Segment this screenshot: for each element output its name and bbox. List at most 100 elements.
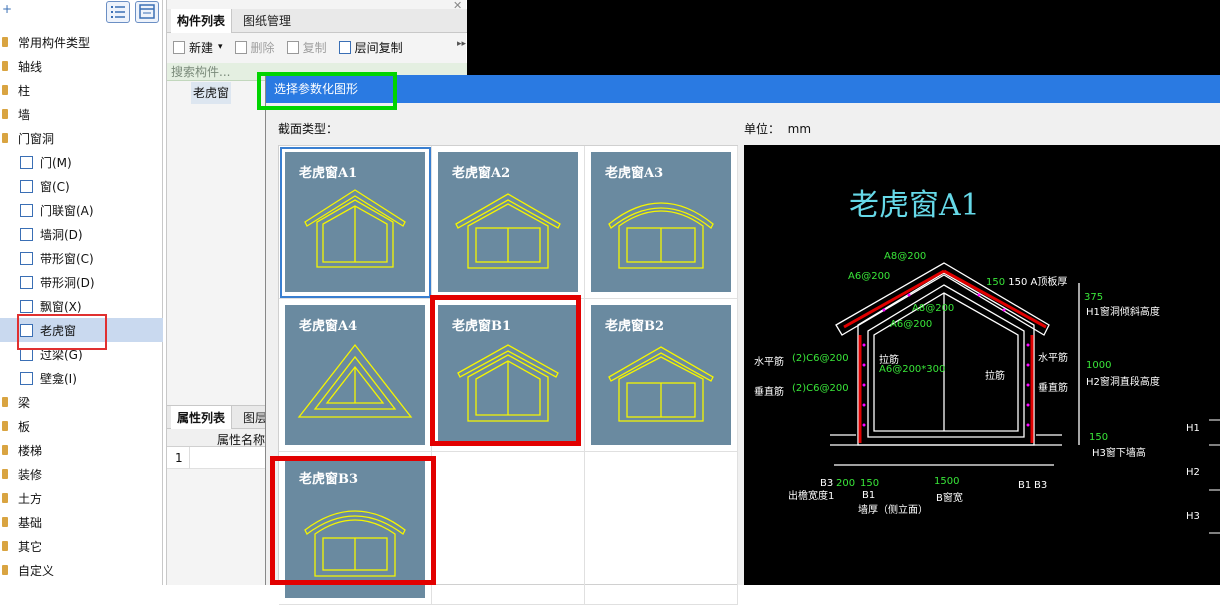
rebar-label: 水平筋 <box>1038 353 1068 364</box>
tree-item[interactable]: 壁龛(I) <box>0 366 163 390</box>
shape-cell-b2[interactable]: 老虎窗B2 <box>585 299 738 452</box>
section-type-label: 截面类型： <box>278 122 339 136</box>
rebar-spec: (2)C6@200 <box>792 383 849 394</box>
dimension-label: H3 <box>1186 511 1200 522</box>
tree-item[interactable]: 墙洞(D) <box>0 222 163 246</box>
dimension-label: H2窗洞直段高度 <box>1086 377 1160 388</box>
rebar-label: A6@200 <box>848 271 891 282</box>
row-divider <box>189 447 190 469</box>
property-name-header: 属性名称 <box>217 433 266 447</box>
shape-cell-a4[interactable]: 老虎窗A4 <box>279 299 432 452</box>
dimension-label: B3 <box>1034 480 1048 491</box>
component-icon <box>20 203 33 217</box>
overflow-icon[interactable]: ▸▸ <box>457 39 466 49</box>
tree-item-label: 梁 <box>18 395 31 410</box>
shape-thumbnail: 老虎窗B2 <box>591 305 731 445</box>
folder-icon <box>2 493 8 503</box>
highlight-box <box>17 314 107 350</box>
tree-item-label: 基础 <box>18 515 43 530</box>
shape-cell-a2[interactable]: 老虎窗A2 <box>432 146 585 299</box>
new-button[interactable]: 新建 ▾ <box>173 39 223 56</box>
tree-item[interactable]: 窗(C) <box>0 174 163 198</box>
floor-copy-button[interactable]: 层间复制 <box>338 39 403 56</box>
tree-item[interactable]: 装修 <box>0 462 163 486</box>
shape-thumbnail: 老虎窗A2 <box>438 152 578 292</box>
rebar-spec: A6@200*300 <box>879 364 946 375</box>
tree-item-label: 门窗洞 <box>18 131 55 146</box>
tree-item[interactable]: 自定义 <box>0 558 163 582</box>
delete-button[interactable]: 删除 <box>234 39 275 56</box>
tree-item-label: 带形窗(C) <box>40 251 94 266</box>
rebar-label: A8@200 <box>912 303 955 314</box>
component-toolbar: 新建 ▾ 删除 复制 层间复制 ▸▸ <box>167 35 467 59</box>
tree-item[interactable]: 柱 <box>0 78 163 102</box>
dormer-gable-b2-icon <box>608 346 714 422</box>
tree-item[interactable]: 门(M) <box>0 150 163 174</box>
dimension-value: 375 <box>1084 292 1104 303</box>
unit-value: mm <box>787 122 812 136</box>
dimension-label: B1 <box>1018 480 1032 491</box>
tree-item[interactable]: 常用构件类型 <box>0 30 163 54</box>
tree-item[interactable]: 门联窗(A) <box>0 198 163 222</box>
tree-item[interactable]: 门窗洞 <box>0 126 163 150</box>
folder-icon <box>2 469 8 479</box>
tree-item[interactable]: 墙 <box>0 102 163 126</box>
dormer-drawing <box>830 262 1220 534</box>
rebar-label: A6@200 <box>890 319 933 330</box>
row-index: 1 <box>175 451 183 465</box>
chevron-down-icon[interactable]: ▾ <box>218 42 223 52</box>
component-icon <box>20 155 33 169</box>
shape-thumbnail: 老虎窗A4 <box>285 305 425 445</box>
dimension-label: H2 <box>1186 467 1200 478</box>
list-item[interactable]: 老虎窗 <box>191 82 231 104</box>
folder-icon <box>2 37 8 47</box>
tree-item[interactable]: 带形洞(D) <box>0 270 163 294</box>
tree-item-label: 飘窗(X) <box>40 299 82 314</box>
tree-item-label: 带形洞(D) <box>40 275 95 290</box>
tree-item[interactable]: 梁 <box>0 390 163 414</box>
tree-item[interactable]: 楼梯 <box>0 438 163 462</box>
rebar-label: 拉筋 <box>985 371 1005 382</box>
expand-icon[interactable]: + <box>2 2 12 16</box>
dimension-label: H3窗下墙高 <box>1092 448 1146 459</box>
rebar-label: A8@200 <box>884 251 927 262</box>
tree-item[interactable]: 其它 <box>0 534 163 558</box>
shape-cell-a3[interactable]: 老虎窗A3 <box>585 146 738 299</box>
folder-icon <box>2 109 8 119</box>
tree-item[interactable]: 土方 <box>0 486 163 510</box>
component-icon <box>20 179 33 193</box>
close-icon[interactable]: ✕ <box>453 0 462 12</box>
rebar-label: 垂直筋 <box>1038 383 1068 394</box>
list-view-icon[interactable] <box>106 1 130 23</box>
tree-item-label: 门(M) <box>40 155 72 170</box>
folder-icon <box>2 517 8 527</box>
floor-copy-icon <box>338 40 351 54</box>
empty-cell <box>585 452 738 605</box>
detail-view-icon[interactable] <box>135 1 159 23</box>
copy-icon <box>286 40 299 54</box>
tab-component-list[interactable]: 构件列表 <box>171 9 233 33</box>
component-tree-panel: + 常用构件类型 轴线柱墙门窗洞门(M) 窗(C) 门联窗(A) 墙洞(D) 带形窗(C)… <box>0 0 163 585</box>
unit-label: 单位： mm <box>744 120 811 137</box>
folder-icon <box>2 541 8 551</box>
dialog-titlebar: 选择参数化图形 <box>266 75 1220 103</box>
dormer-triangle-icon <box>297 343 413 418</box>
tree-item[interactable]: 轴线 <box>0 54 163 78</box>
component-icon <box>20 275 33 289</box>
copy-button[interactable]: 复制 <box>286 39 327 56</box>
dimension-value: 200 <box>836 478 856 489</box>
dimension-label: H1窗洞倾斜高度 <box>1086 307 1160 318</box>
tab-drawing-management[interactable]: 图纸管理 <box>237 9 297 33</box>
tab-property-list[interactable]: 属性列表 <box>171 406 233 430</box>
new-icon <box>173 40 185 54</box>
dormer-gable-window-icon <box>455 193 561 269</box>
shape-cell-a1[interactable]: 老虎窗A1 <box>279 146 432 299</box>
tree-item[interactable]: 板 <box>0 414 163 438</box>
delete-icon <box>234 40 247 54</box>
rebar-label: 垂直筋 <box>754 387 784 398</box>
tree-item-label: 楼梯 <box>18 443 43 458</box>
folder-icon <box>2 421 8 431</box>
tree-item[interactable]: 带形窗(C) <box>0 246 163 270</box>
list-tabbar: 构件列表 图纸管理 ✕ <box>167 0 467 33</box>
tree-item[interactable]: 基础 <box>0 510 163 534</box>
